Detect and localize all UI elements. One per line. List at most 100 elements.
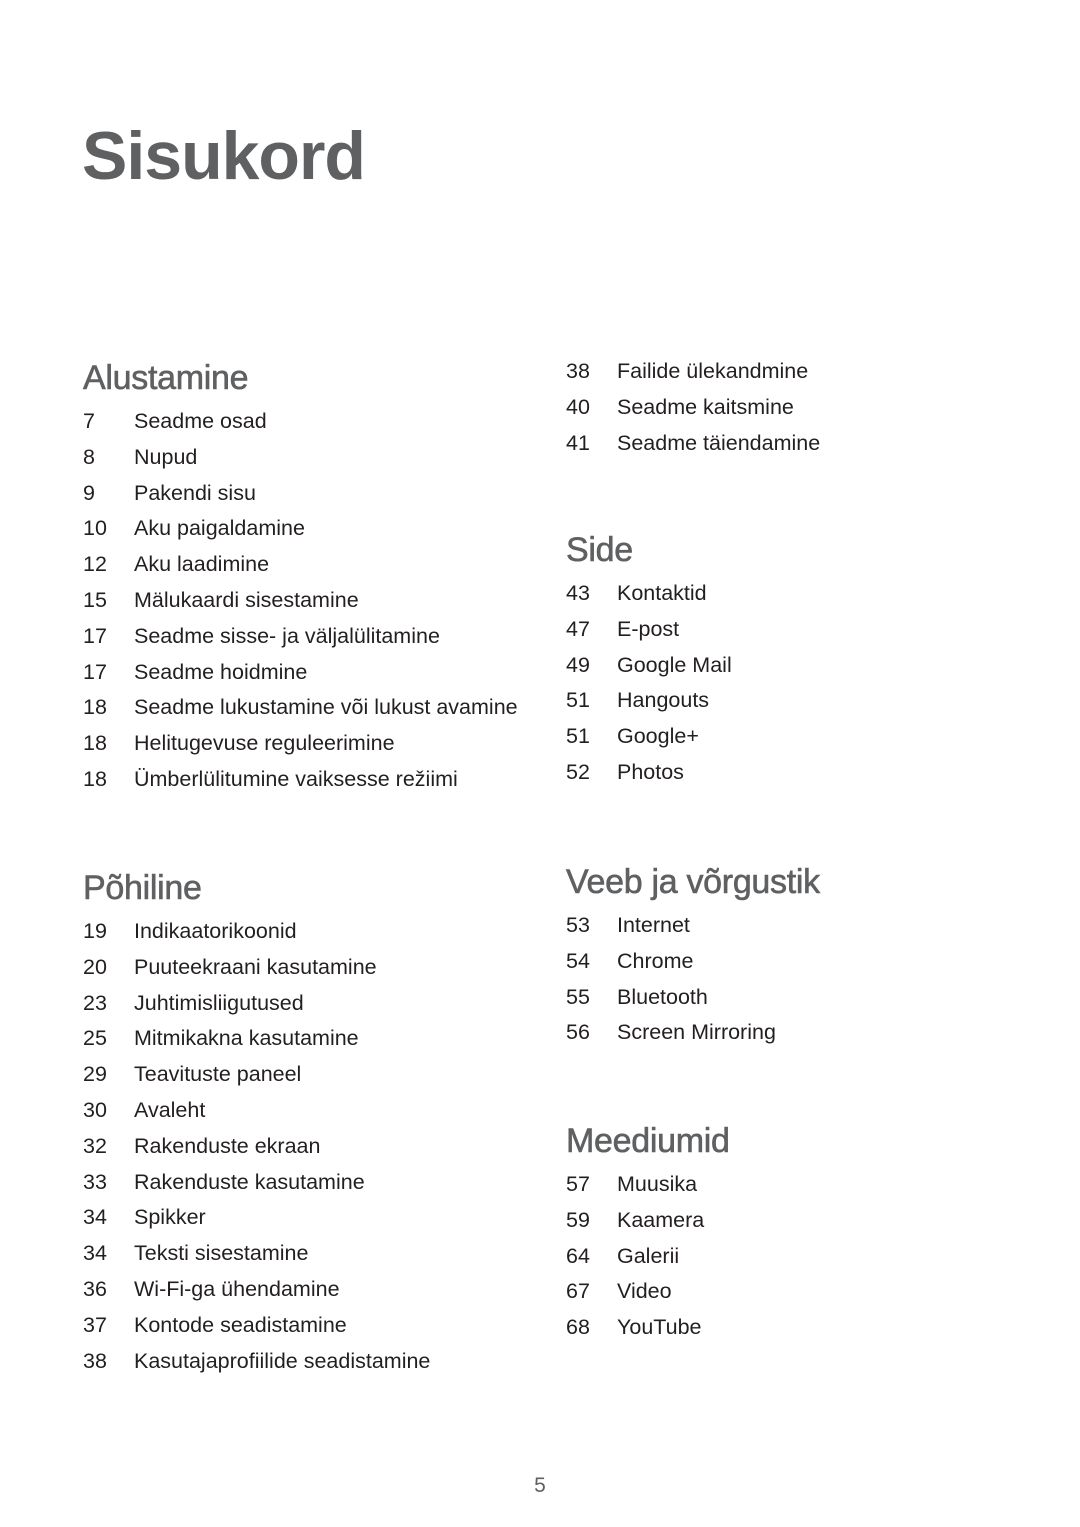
toc-page-number: 54 [566, 948, 590, 973]
toc-entry[interactable]: 49 Google Mail [566, 648, 732, 684]
toc-entry[interactable]: 51 Hangouts [566, 683, 732, 719]
toc-page-number: 38 [566, 359, 590, 383]
toc-page-number: 9 [83, 480, 95, 505]
toc-entry-label: Seadme kaitsmine [617, 394, 794, 419]
toc-entry[interactable]: 7 Seadme osad [83, 404, 518, 440]
toc-entry[interactable]: 17 Seadme hoidmine [83, 655, 518, 691]
toc-list: 43 Kontaktid 47 E-post 49 Google Mail 51 Hangou… [566, 576, 732, 791]
toc-page-number: 53 [566, 913, 590, 937]
toc-page-number: 32 [83, 1133, 107, 1158]
toc-page-number: 51 [566, 724, 590, 749]
toc-list: 38 Failide ülekandmine 40 Seadme kaitsmine 4… [566, 354, 820, 461]
toc-page-number: 51 [566, 688, 590, 713]
toc-entry[interactable]: 32 Rakenduste ekraan [83, 1129, 430, 1165]
toc-entry[interactable]: 18 Seadme lukustamine või lukust avamine [83, 690, 518, 726]
toc-page-number: 40 [566, 394, 590, 419]
toc-entry-label: Teavituste paneel [134, 1062, 302, 1087]
toc-entry[interactable]: 38 Failide ülekandmine [566, 354, 820, 390]
toc-entry-label: Galerii [617, 1243, 680, 1268]
toc-entry-label: Google Mail [617, 652, 732, 677]
toc-page-number: 7 [83, 409, 95, 433]
toc-list: 53 Internet 54 Chrome 55 Bluetooth 56 Screen Mi… [566, 908, 820, 1051]
toc-entry[interactable]: 10 Aku paigaldamine [83, 511, 518, 547]
toc-entry[interactable]: 30 Avaleht [83, 1093, 430, 1129]
toc-page-number: 59 [566, 1207, 590, 1232]
toc-entry[interactable]: 47 E-post [566, 612, 732, 648]
toc-entry-label: Muusika [617, 1172, 698, 1196]
toc-entry[interactable]: 15 Mälukaardi sisestamine [83, 583, 518, 619]
toc-entry[interactable]: 43 Kontaktid [566, 576, 732, 612]
toc-entry[interactable]: 59 Kaamera [566, 1203, 730, 1239]
toc-entry[interactable]: 25 Mitmikakna kasutamine [83, 1021, 430, 1057]
toc-page-number: 34 [83, 1241, 107, 1266]
toc-page-number: 20 [83, 954, 107, 979]
toc-entry[interactable]: 53 Internet [566, 908, 820, 944]
toc-entry[interactable]: 18 Helitugevuse reguleerimine [83, 726, 518, 762]
toc-entry[interactable]: 29 Teavituste paneel [83, 1057, 430, 1093]
toc-page-number: 17 [83, 623, 107, 648]
toc-page-number: 18 [83, 766, 107, 791]
toc-entry-label: Juhtimisliigutused [134, 990, 304, 1015]
toc-page-number: 18 [83, 695, 107, 720]
toc-entry[interactable]: 51 Google+ [566, 719, 732, 755]
toc-entry[interactable]: 38 Kasutajaprofiilide seadistamine [83, 1344, 430, 1380]
toc-entry-label: Avaleht [134, 1097, 206, 1122]
section-heading: Meediumid [566, 1122, 731, 1161]
toc-page-number: 47 [566, 616, 590, 641]
toc-entry[interactable]: 57 Muusika [566, 1167, 730, 1203]
toc-entry-label: Teksti sisestamine [134, 1241, 309, 1266]
toc-entry[interactable]: 67 Video [566, 1274, 730, 1310]
toc-entry-label: Photos [617, 759, 684, 784]
toc-entry[interactable]: 36 Wi-Fi-ga ühendamine [83, 1272, 430, 1308]
toc-page-number: 68 [566, 1315, 590, 1340]
toc-entry[interactable]: 64 Galerii [566, 1239, 730, 1275]
toc-page-number: 33 [83, 1169, 107, 1194]
toc-entry[interactable]: 18 Ümberlülitumine vaiksesse režiimi [83, 762, 518, 798]
toc-page-number: 34 [83, 1205, 107, 1230]
toc-entry[interactable]: 56 Screen Mirroring [566, 1015, 820, 1051]
section-heading: Alustamine [83, 359, 249, 398]
toc-entry[interactable]: 68 YouTube [566, 1310, 730, 1346]
toc-entry[interactable]: 19 Indikaatorikoonid [83, 914, 430, 950]
toc-entry[interactable]: 40 Seadme kaitsmine [566, 390, 820, 426]
section-heading: Veeb ja võrgustik [566, 863, 821, 902]
toc-page-number: 64 [566, 1243, 590, 1268]
toc-entry-label: Spikker [134, 1205, 206, 1230]
toc-entry[interactable]: 17 Seadme sisse- ja väljalülitamine [83, 619, 518, 655]
toc-entry[interactable]: 33 Rakenduste kasutamine [83, 1165, 430, 1201]
toc-page-number: 10 [83, 516, 107, 541]
toc-entry[interactable]: 37 Kontode seadistamine [83, 1308, 430, 1344]
toc-entry-label: Kontode seadistamine [134, 1312, 347, 1337]
section-heading: Põhiline [83, 869, 202, 908]
toc-entry-label: Mälukaardi sisestamine [134, 587, 359, 612]
toc-entry-label: YouTube [617, 1315, 702, 1340]
toc-entry[interactable]: 54 Chrome [566, 944, 820, 980]
toc-entry[interactable]: 34 Spikker [83, 1200, 430, 1236]
toc-entry-label: E-post [617, 616, 680, 641]
toc-entry[interactable]: 55 Bluetooth [566, 980, 820, 1016]
toc-entry-label: Screen Mirroring [617, 1020, 776, 1045]
toc-entry-label: Failide ülekandmine [617, 359, 809, 383]
toc-entry-label: Rakenduste ekraan [134, 1133, 321, 1158]
toc-page-number: 29 [83, 1062, 107, 1087]
toc-entry-label: Nupud [134, 444, 198, 469]
toc-entry[interactable]: 23 Juhtimisliigutused [83, 986, 430, 1022]
toc-entry[interactable]: 12 Aku laadimine [83, 547, 518, 583]
toc-page-number: 52 [566, 759, 590, 784]
toc-page-number: 56 [566, 1020, 590, 1045]
toc-entry[interactable]: 41 Seadme täiendamine [566, 426, 820, 462]
toc-page-number: 19 [83, 919, 107, 943]
toc-entry-label: Google+ [617, 724, 699, 749]
page-title: Sisukord [82, 118, 366, 194]
toc-page-number: 37 [83, 1312, 107, 1337]
toc-entry[interactable]: 9 Pakendi sisu [83, 476, 518, 512]
toc-entry[interactable]: 34 Teksti sisestamine [83, 1236, 430, 1272]
toc-entry-label: Seadme sisse- ja väljalülitamine [134, 623, 440, 648]
toc-entry[interactable]: 8 Nupud [83, 440, 518, 476]
toc-entry-label: Rakenduste kasutamine [134, 1169, 365, 1194]
section-pohiline: Põhiline 19 Indikaatorikoonid 20 Puuteekraa… [83, 868, 431, 1380]
toc-entry[interactable]: 52 Photos [566, 755, 732, 791]
toc-entry-label: Hangouts [617, 688, 710, 713]
toc-entry-label: Kontaktid [617, 581, 707, 605]
toc-entry[interactable]: 20 Puuteekraani kasutamine [83, 950, 430, 986]
